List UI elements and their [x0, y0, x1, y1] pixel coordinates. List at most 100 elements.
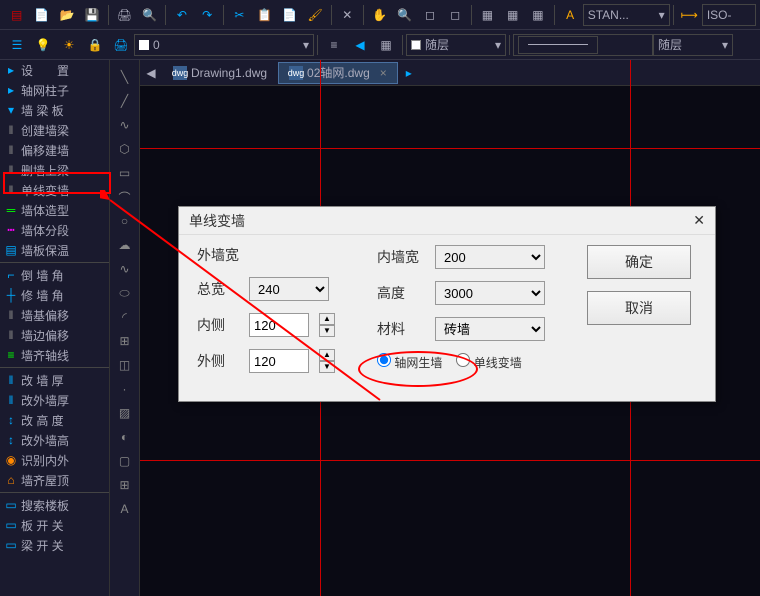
- layer-manager-icon[interactable]: ☰: [6, 34, 28, 56]
- arc-icon[interactable]: ⌒: [113, 186, 137, 208]
- spin-up-icon[interactable]: ▲: [319, 349, 335, 361]
- zoom-window-icon[interactable]: ◻: [419, 4, 440, 26]
- matchprop-icon[interactable]: 🖌: [304, 4, 325, 26]
- plot-icon[interactable]: 🖨: [110, 34, 132, 56]
- polygon-icon[interactable]: ⬡: [113, 138, 137, 160]
- sidebar-item-wall-insulation[interactable]: ▤墙板保温: [0, 240, 109, 260]
- hatch-icon[interactable]: ▨: [113, 402, 137, 424]
- line-icon[interactable]: ╲: [113, 66, 137, 88]
- cut-icon[interactable]: ✂: [229, 4, 250, 26]
- sidebar-item-wall-beam[interactable]: ▾墙 梁 板: [0, 100, 109, 120]
- rectangle-icon[interactable]: ▭: [113, 162, 137, 184]
- sidebar-item-wall-align-axis[interactable]: ≡墙齐轴线: [0, 345, 109, 365]
- sidebar-item-search-slab[interactable]: ▭搜索楼板: [0, 495, 109, 515]
- sidebar-item-slab-toggle[interactable]: ▭板 开 关: [0, 515, 109, 535]
- redo-icon[interactable]: ↷: [197, 4, 218, 26]
- close-icon[interactable]: ✕: [693, 212, 705, 229]
- open-icon[interactable]: 📂: [56, 4, 77, 26]
- layer-state-icon[interactable]: ≡: [323, 34, 345, 56]
- sidebar-item-delete-wall[interactable]: ‖删墙上梁: [0, 160, 109, 180]
- spin-down-icon[interactable]: ▼: [319, 361, 335, 373]
- save-icon[interactable]: 💾: [82, 4, 103, 26]
- menu-dropdown-icon[interactable]: ▤: [6, 4, 27, 26]
- tab-new-icon[interactable]: ▸: [400, 62, 418, 84]
- text-icon[interactable]: A: [559, 4, 580, 26]
- ellipse-icon[interactable]: ⬭: [113, 282, 137, 304]
- lock-icon[interactable]: 🔒: [84, 34, 106, 56]
- sidebar-item-change-ext-height[interactable]: ↕改外墙高: [0, 430, 109, 450]
- zoom-icon[interactable]: 🔍: [394, 4, 415, 26]
- sidebar-item-line-to-wall[interactable]: ‖单线变墙: [0, 180, 109, 200]
- make-block-icon[interactable]: ◫: [113, 354, 137, 376]
- outer-side-input[interactable]: [249, 349, 309, 373]
- sidebar-item-wall-base-offset[interactable]: ‖墙基偏移: [0, 305, 109, 325]
- mtext-icon[interactable]: A: [113, 498, 137, 520]
- sidebar-item-identify-inout[interactable]: ◉识别内外: [0, 450, 109, 470]
- grid3-icon[interactable]: ▦: [527, 4, 548, 26]
- lineweight-dropdown[interactable]: 随层▾: [653, 34, 733, 56]
- bulb-icon[interactable]: 💡: [32, 34, 54, 56]
- tab-02grid[interactable]: dwg 02轴网.dwg ×: [278, 62, 398, 84]
- sidebar-item-grid-column[interactable]: ▸轴网柱子: [0, 80, 109, 100]
- region-icon[interactable]: ▢: [113, 450, 137, 472]
- print-icon[interactable]: 🖨: [114, 4, 135, 26]
- linetype-dropdown[interactable]: [513, 34, 653, 56]
- revcloud-icon[interactable]: ☁: [113, 234, 137, 256]
- spin-up-icon[interactable]: ▲: [319, 313, 335, 325]
- xline-icon[interactable]: ╱: [113, 90, 137, 112]
- sidebar-item-wall-edge-offset[interactable]: ‖墙边偏移: [0, 325, 109, 345]
- sidebar-item-beam-toggle[interactable]: ▭梁 开 关: [0, 535, 109, 555]
- height-select[interactable]: 3000: [435, 281, 545, 305]
- close-icon[interactable]: ×: [380, 66, 387, 80]
- undo-icon[interactable]: ↶: [171, 4, 192, 26]
- radio-line-wall[interactable]: 单线变墙: [456, 353, 521, 371]
- point-icon[interactable]: ·: [113, 378, 137, 400]
- sidebar-item-wall-to-roof[interactable]: ⌂墙齐屋顶: [0, 470, 109, 490]
- sidebar-item-settings[interactable]: ▸设 置: [0, 60, 109, 80]
- ellipse-arc-icon[interactable]: ◜: [113, 306, 137, 328]
- total-width-select[interactable]: 240: [249, 277, 329, 301]
- spline-icon[interactable]: ∿: [113, 258, 137, 280]
- zoom-extents-icon[interactable]: ◻: [445, 4, 466, 26]
- inner-width-select[interactable]: 200: [435, 245, 545, 269]
- radio-grid-wall[interactable]: 轴网生墙: [377, 353, 442, 371]
- dwg-file-icon: dwg: [173, 66, 187, 80]
- sidebar-item-wall-shape[interactable]: ═墙体造型: [0, 200, 109, 220]
- sun-icon[interactable]: ☀: [58, 34, 80, 56]
- new-icon[interactable]: 📄: [31, 4, 52, 26]
- layer-filter-icon[interactable]: ▦: [375, 34, 397, 56]
- sidebar-item-wall-repair[interactable]: ┼修 墙 角: [0, 285, 109, 305]
- sidebar-item-wall-fillet[interactable]: ⌐倒 墙 角: [0, 265, 109, 285]
- sidebar-item-offset-wall[interactable]: ‖偏移建墙: [0, 140, 109, 160]
- cancel-button[interactable]: 取消: [587, 291, 691, 325]
- paste-icon[interactable]: 📄: [279, 4, 300, 26]
- material-select[interactable]: 砖墙: [435, 317, 545, 341]
- polyline-icon[interactable]: ∿: [113, 114, 137, 136]
- layer-prev-icon[interactable]: ◀: [349, 34, 371, 56]
- copy-icon[interactable]: 📋: [254, 4, 275, 26]
- spin-down-icon[interactable]: ▼: [319, 325, 335, 337]
- dim-icon[interactable]: ⟼: [679, 4, 700, 26]
- grid2-icon[interactable]: ▦: [502, 4, 523, 26]
- inner-side-input[interactable]: [249, 313, 309, 337]
- table-icon[interactable]: ⊞: [113, 474, 137, 496]
- gradient-icon[interactable]: ◐: [113, 426, 137, 448]
- tab-drawing1[interactable]: dwg Drawing1.dwg: [162, 62, 278, 84]
- dim-style-dropdown[interactable]: ISO-: [702, 4, 756, 26]
- preview-icon[interactable]: 🔍: [139, 4, 160, 26]
- pan-icon[interactable]: ✋: [369, 4, 390, 26]
- circle-icon[interactable]: ○: [113, 210, 137, 232]
- grid-icon[interactable]: ▦: [477, 4, 498, 26]
- insert-block-icon[interactable]: ⊞: [113, 330, 137, 352]
- tab-nav-left-icon[interactable]: ◀: [142, 62, 160, 84]
- sidebar-item-create-wall[interactable]: ‖创建墙梁: [0, 120, 109, 140]
- text-style-dropdown[interactable]: STAN...▾: [583, 4, 670, 26]
- eraser-icon[interactable]: ✕: [337, 4, 358, 26]
- layer-dropdown[interactable]: 0▾: [134, 34, 314, 56]
- sidebar-item-change-thickness[interactable]: ‖改 墙 厚: [0, 370, 109, 390]
- ok-button[interactable]: 确定: [587, 245, 691, 279]
- sidebar-item-wall-segment[interactable]: ┅墙体分段: [0, 220, 109, 240]
- sidebar-item-change-ext-thickness[interactable]: ‖改外墙厚: [0, 390, 109, 410]
- sidebar-item-change-height[interactable]: ↕改 高 度: [0, 410, 109, 430]
- color-dropdown[interactable]: 随层▾: [406, 34, 506, 56]
